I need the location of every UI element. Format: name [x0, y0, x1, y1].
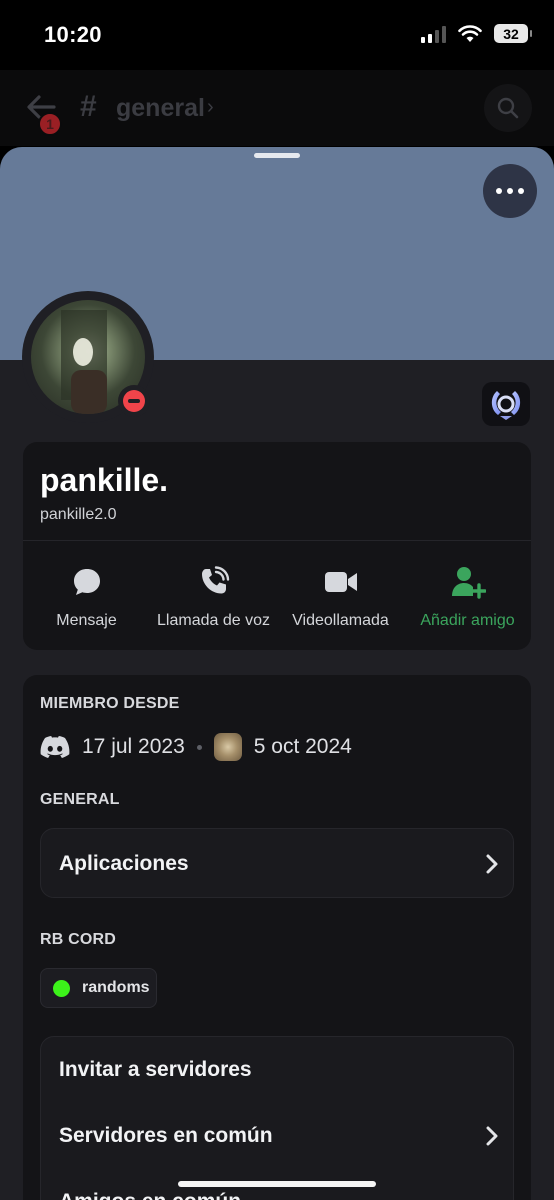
- status-icons: 32: [421, 24, 532, 43]
- server-icon: [213, 733, 242, 761]
- voice-call-icon: [201, 566, 229, 594]
- status-bar: 10:20 32: [0, 0, 554, 70]
- dnd-status-icon: [123, 390, 145, 412]
- invite-to-servers-label: Invitar a servidores: [59, 1058, 252, 1081]
- apps-label: Aplicaciones: [59, 852, 189, 875]
- actions-list: Invitar a servidores Servidores en común…: [40, 1036, 514, 1200]
- mutual-servers-row[interactable]: Servidores en común: [41, 1103, 515, 1169]
- profile-sheet: pankille. pankille2.0 Mensaje Llamada de…: [0, 147, 554, 1200]
- chevron-right-icon: [486, 1126, 498, 1146]
- chevron-right-icon: [486, 854, 498, 874]
- status-time: 10:20: [44, 22, 102, 47]
- channel-name[interactable]: general: [116, 94, 205, 123]
- profile-actions: Mensaje Llamada de voz Videollamada Añad…: [23, 550, 531, 640]
- voice-call-label: Llamada de voz: [157, 612, 270, 629]
- member-since-row: 17 jul 2023 5 oct 2024: [40, 731, 352, 763]
- role-color-dot: [53, 979, 70, 997]
- video-call-button[interactable]: Videollamada: [277, 550, 404, 640]
- general-title: GENERAL: [40, 791, 120, 808]
- battery-icon: 32: [494, 24, 532, 43]
- dnd-status-indicator: [118, 385, 150, 417]
- discord-logo-icon: [40, 736, 70, 758]
- add-friend-button[interactable]: Añadir amigo: [404, 550, 531, 640]
- server-roles-title: RB CORD: [40, 931, 117, 948]
- unread-badge: 1: [38, 112, 62, 136]
- avatar-frame: [22, 291, 154, 423]
- channel-header: 1 # general ›: [0, 70, 554, 146]
- separator-dot: [196, 744, 202, 750]
- invite-to-servers-row[interactable]: Invitar a servidores: [41, 1037, 515, 1103]
- display-name: pankille.: [40, 462, 169, 498]
- voice-call-button[interactable]: Llamada de voz: [150, 550, 277, 640]
- apps-row[interactable]: Aplicaciones: [41, 831, 515, 897]
- video-call-icon: [324, 572, 357, 592]
- home-indicator[interactable]: [178, 1181, 376, 1187]
- role-chip[interactable]: randoms: [40, 968, 157, 1008]
- divider: [23, 540, 531, 541]
- mutual-servers-label: Servidores en común: [59, 1124, 273, 1147]
- nitro-badge[interactable]: [482, 382, 530, 426]
- member-since-title: MIEMBRO DESDE: [40, 695, 180, 712]
- mutual-friends-label: Amigos en común: [59, 1190, 241, 1200]
- channel-chevron-icon: ›: [207, 96, 214, 118]
- more-options-icon: [496, 188, 502, 194]
- cellular-signal-icon: [421, 25, 446, 43]
- add-friend-label: Añadir amigo: [420, 612, 515, 629]
- message-icon: [73, 569, 100, 595]
- apps-box: Aplicaciones: [40, 828, 514, 898]
- username[interactable]: pankille2.0: [40, 506, 117, 524]
- search-button[interactable]: [484, 84, 532, 132]
- info-card: MIEMBRO DESDE 17 jul 2023 5 oct 2024 GEN…: [23, 675, 531, 1200]
- role-name: randoms: [82, 979, 150, 996]
- search-icon: [497, 97, 519, 119]
- video-call-label: Videollamada: [292, 612, 389, 629]
- discord-join-date: 17 jul 2023: [82, 735, 185, 758]
- wifi-icon: [458, 24, 482, 42]
- add-friend-icon: [451, 567, 486, 599]
- user-card: pankille. pankille2.0 Mensaje Llamada de…: [23, 442, 531, 650]
- nitro-laurel-icon: [491, 391, 521, 420]
- message-label: Mensaje: [56, 612, 117, 629]
- server-join-date: 5 oct 2024: [253, 735, 352, 758]
- sheet-grabber[interactable]: [254, 153, 300, 158]
- message-button[interactable]: Mensaje: [23, 550, 150, 640]
- hash-icon: #: [80, 90, 97, 123]
- more-options-button[interactable]: [483, 164, 537, 218]
